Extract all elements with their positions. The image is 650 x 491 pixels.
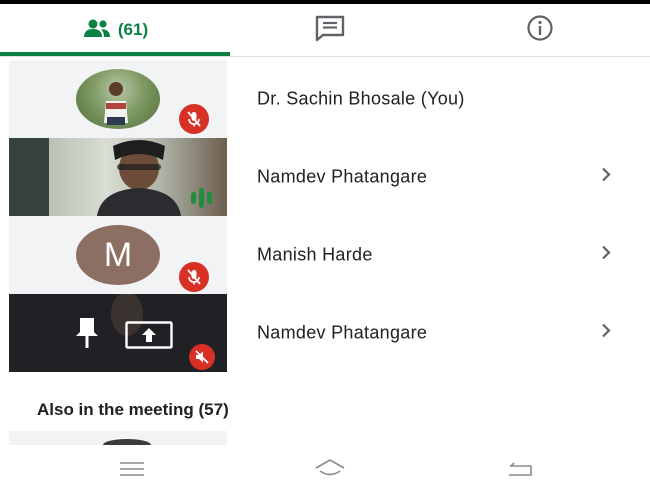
chevron-right-icon[interactable] [600, 323, 612, 344]
mic-off-icon [179, 262, 209, 292]
participant-tile: M [9, 216, 227, 294]
tab-chat[interactable] [230, 4, 430, 56]
participant-name: Namdev Phatangare [257, 166, 428, 187]
participant-row[interactable]: Dr. Sachin Bhosale (You) [0, 60, 650, 138]
pin-icon[interactable] [73, 316, 101, 355]
menu-icon[interactable] [112, 455, 152, 483]
avatar [76, 69, 160, 129]
participant-row[interactable]: M Manish Harde [0, 216, 650, 294]
participant-name: Manish Harde [257, 244, 373, 265]
back-icon[interactable] [500, 455, 540, 483]
participant-row[interactable]: Namdev Phatangare [0, 294, 650, 372]
speaking-indicator-icon [191, 188, 212, 208]
tab-info[interactable] [430, 4, 650, 56]
people-icon [82, 18, 112, 43]
chevron-right-icon[interactable] [600, 245, 612, 266]
system-nav-bar [0, 445, 650, 491]
participant-tile [9, 60, 227, 138]
mic-off-icon [179, 104, 209, 134]
tab-bar: (61) [0, 4, 650, 56]
header-divider [0, 56, 650, 57]
presenting-icon [125, 321, 173, 354]
participant-tile[interactable] [9, 431, 227, 445]
avatar: M [76, 225, 160, 285]
chat-icon [313, 14, 347, 47]
tab-people[interactable]: (61) [0, 4, 230, 56]
home-icon[interactable] [310, 455, 350, 483]
participant-name: Dr. Sachin Bhosale (You) [257, 88, 465, 109]
info-icon [525, 13, 555, 48]
volume-off-icon [189, 344, 215, 370]
participant-tile [9, 138, 227, 216]
participant-tile [9, 294, 227, 372]
participant-row[interactable]: Namdev Phatangare [0, 138, 650, 216]
people-count: (61) [117, 20, 149, 39]
participant-name: Namdev Phatangare [257, 322, 428, 343]
also-in-meeting-heading: Also in the meeting (57) [37, 400, 229, 419]
chevron-right-icon[interactable] [600, 167, 612, 188]
